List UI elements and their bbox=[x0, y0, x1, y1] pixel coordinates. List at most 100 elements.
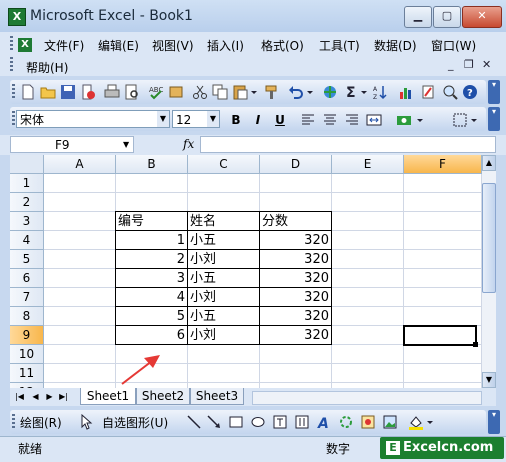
title-bar: X Microsoft Excel - Book1 ▁ ▢ ✕ bbox=[0, 0, 506, 32]
menubar-grip[interactable] bbox=[10, 36, 13, 52]
italic-button[interactable]: I bbox=[250, 112, 266, 128]
prev-sheet-icon[interactable]: ◀ bbox=[30, 390, 41, 404]
clip-art-icon[interactable] bbox=[360, 414, 376, 430]
hyperlink-icon[interactable] bbox=[322, 84, 338, 100]
print-preview-icon[interactable] bbox=[124, 84, 140, 100]
spelling-icon[interactable]: ABC bbox=[148, 84, 164, 100]
menu-edit[interactable]: 编辑(E) bbox=[98, 37, 139, 54]
toolbar-grip[interactable] bbox=[12, 111, 15, 127]
horizontal-scrollbar[interactable] bbox=[252, 391, 482, 405]
scroll-down-icon[interactable]: ▼ bbox=[482, 372, 496, 388]
format-painter-icon[interactable] bbox=[264, 84, 280, 100]
zoom-icon[interactable] bbox=[442, 84, 458, 100]
picture-icon[interactable] bbox=[382, 414, 398, 430]
research-icon[interactable] bbox=[168, 84, 184, 100]
undo-dropdown-icon[interactable] bbox=[306, 84, 314, 100]
underline-button[interactable]: U bbox=[272, 112, 288, 128]
currency-style-icon[interactable] bbox=[396, 112, 412, 128]
autosum-icon[interactable]: Σ bbox=[344, 84, 360, 100]
font-name-select[interactable]: 宋体 ▼ bbox=[16, 110, 170, 128]
scroll-thumb[interactable] bbox=[482, 183, 496, 293]
toolbar-options-icon-2[interactable]: ▾ bbox=[488, 107, 500, 131]
line-icon[interactable] bbox=[186, 414, 202, 430]
font-size-select[interactable]: 12 ▼ bbox=[172, 110, 220, 128]
permission-icon[interactable] bbox=[80, 84, 96, 100]
merge-center-icon[interactable] bbox=[366, 112, 382, 128]
sheet-tab-sheet2[interactable]: Sheet2 bbox=[136, 388, 190, 405]
open-folder-icon[interactable] bbox=[40, 84, 56, 100]
toolbar-grip[interactable] bbox=[12, 414, 15, 430]
doc-close-icon[interactable]: ✕ bbox=[482, 58, 491, 71]
align-left-icon[interactable] bbox=[300, 112, 316, 128]
align-center-icon[interactable] bbox=[322, 112, 338, 128]
font-dropdown-icon[interactable]: ▼ bbox=[157, 111, 169, 127]
autoshapes-menu[interactable]: 自选图形(U) bbox=[102, 414, 168, 431]
name-box[interactable]: F9 ▼ bbox=[10, 136, 134, 153]
new-document-icon[interactable] bbox=[20, 84, 36, 100]
bold-button[interactable]: B bbox=[228, 112, 244, 128]
menu-window[interactable]: 窗口(W) bbox=[431, 37, 476, 54]
status-num: 数字 bbox=[326, 442, 351, 456]
menu-help[interactable]: 帮助(H) bbox=[26, 59, 68, 76]
cut-icon[interactable] bbox=[192, 84, 208, 100]
menu-insert[interactable]: 插入(I) bbox=[207, 37, 244, 54]
worksheet-grid[interactable]: A B C D E F 1 2 3 4 5 6 7 8 9 10 11 12 bbox=[10, 155, 482, 388]
svg-text:ABC: ABC bbox=[149, 86, 163, 94]
maximize-button[interactable]: ▢ bbox=[433, 6, 461, 28]
excel-app-icon[interactable]: X bbox=[8, 8, 26, 26]
menu-data[interactable]: 数据(D) bbox=[374, 37, 417, 54]
toolbar-options-icon-3[interactable]: ▾ bbox=[488, 410, 500, 434]
vertical-scrollbar[interactable]: ▲ ▼ bbox=[482, 155, 496, 388]
workbook-icon[interactable]: X bbox=[18, 38, 32, 52]
select-objects-icon[interactable] bbox=[78, 414, 94, 430]
doc-minimize-icon[interactable]: _ bbox=[448, 58, 454, 71]
toolbar-grip[interactable] bbox=[12, 84, 15, 100]
svg-text:A: A bbox=[373, 86, 378, 93]
scroll-up-icon[interactable]: ▲ bbox=[482, 155, 496, 171]
toolbar-options-icon[interactable]: ▾ bbox=[488, 80, 500, 104]
borders-dropdown-icon[interactable] bbox=[470, 112, 478, 128]
wordart-icon[interactable]: A bbox=[316, 414, 332, 430]
sort-ascending-icon[interactable]: AZ bbox=[372, 84, 388, 100]
text-box-icon[interactable] bbox=[272, 414, 288, 430]
chart-wizard-icon[interactable] bbox=[398, 84, 414, 100]
insert-function-icon[interactable]: fx bbox=[183, 137, 194, 151]
rectangle-icon[interactable] bbox=[228, 414, 244, 430]
fill-color-dropdown-icon[interactable] bbox=[426, 414, 434, 430]
formula-input[interactable] bbox=[200, 136, 496, 153]
paste-dropdown-icon[interactable] bbox=[250, 84, 258, 100]
font-size-dropdown-icon[interactable]: ▼ bbox=[207, 111, 219, 127]
format-dropdown-icon[interactable] bbox=[416, 112, 424, 128]
sheet-tab-sheet3[interactable]: Sheet3 bbox=[190, 388, 244, 405]
doc-restore-icon[interactable]: ❐ bbox=[464, 58, 474, 71]
menubar-grip-2[interactable] bbox=[10, 57, 13, 73]
last-sheet-icon[interactable]: ▶| bbox=[58, 390, 69, 404]
arrow-icon[interactable] bbox=[206, 414, 222, 430]
menu-tools[interactable]: 工具(T) bbox=[319, 37, 360, 54]
copy-icon[interactable] bbox=[212, 84, 228, 100]
sheet-tab-sheet1[interactable]: Sheet1 bbox=[80, 388, 136, 405]
borders-icon[interactable] bbox=[452, 112, 468, 128]
diagram-icon[interactable] bbox=[338, 414, 354, 430]
help-icon[interactable]: ? bbox=[462, 84, 478, 100]
close-button[interactable]: ✕ bbox=[462, 6, 502, 28]
name-box-dropdown-icon[interactable]: ▼ bbox=[123, 137, 129, 153]
first-sheet-icon[interactable]: |◀ bbox=[14, 390, 25, 404]
draw-menu[interactable]: 绘图(R) bbox=[20, 414, 62, 431]
save-icon[interactable] bbox=[60, 84, 76, 100]
autosum-dropdown-icon[interactable] bbox=[360, 84, 368, 100]
oval-icon[interactable] bbox=[250, 414, 266, 430]
menu-file[interactable]: 文件(F) bbox=[44, 37, 84, 54]
menu-view[interactable]: 视图(V) bbox=[152, 37, 194, 54]
svg-text:?: ? bbox=[467, 88, 473, 99]
drawing-toggle-icon[interactable] bbox=[420, 84, 436, 100]
print-icon[interactable] bbox=[104, 84, 120, 100]
paste-icon[interactable] bbox=[232, 84, 248, 100]
next-sheet-icon[interactable]: ▶ bbox=[44, 390, 55, 404]
menu-format[interactable]: 格式(O) bbox=[261, 37, 304, 54]
vertical-text-box-icon[interactable] bbox=[294, 414, 310, 430]
minimize-button[interactable]: ▁ bbox=[404, 6, 432, 28]
fill-color-icon[interactable] bbox=[408, 414, 424, 430]
undo-icon[interactable] bbox=[288, 84, 304, 100]
align-right-icon[interactable] bbox=[344, 112, 360, 128]
